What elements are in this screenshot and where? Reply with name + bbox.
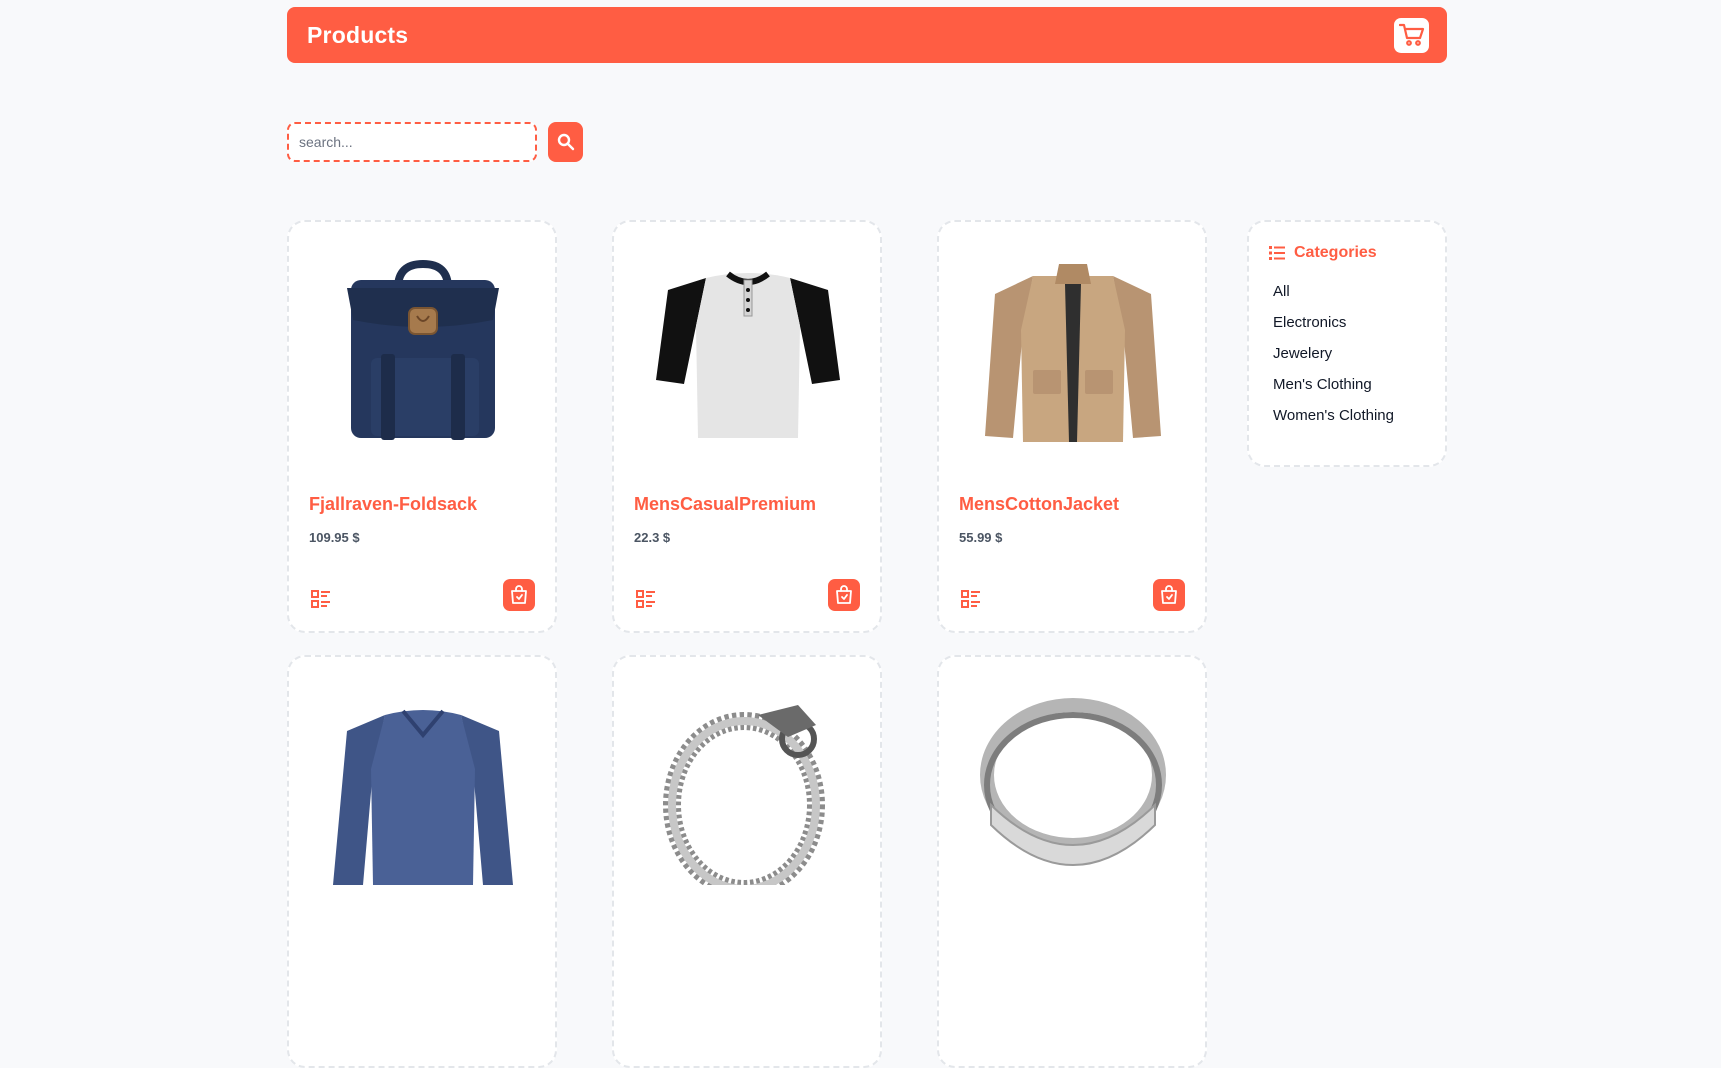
shopping-cart-icon [1398,23,1424,46]
page-title: Products [307,21,409,48]
list-details-icon [961,590,980,608]
product-title[interactable]: Fjallraven-Foldsack [309,494,477,515]
add-to-cart-button[interactable] [1153,579,1185,611]
details-button[interactable] [309,587,333,611]
product-image-tshirt [634,244,862,456]
content-area: Fjallraven-Foldsack 109.95 $ MensCasualP… [287,220,1447,1068]
product-title[interactable]: MensCottonJacket [959,494,1119,515]
shopping-bag-check-icon [836,585,852,604]
details-button[interactable] [959,587,983,611]
search-input[interactable] [287,122,537,162]
product-card[interactable]: Fjallraven-Foldsack 109.95 $ [287,220,557,633]
category-item-jewelery[interactable]: Jewelery [1273,337,1425,371]
product-price: 109.95 $ [309,530,360,545]
product-price: 55.99 $ [959,530,1003,545]
category-item-womens-clothing[interactable]: Women's Clothing [1273,399,1425,433]
category-list: All Electronics Jewelery Men's Clothing … [1269,275,1425,433]
product-title[interactable]: MensCasualPremium [634,494,816,515]
categories-heading: Categories [1269,244,1425,262]
product-grid: Fjallraven-Foldsack 109.95 $ MensCasualP… [287,220,1207,1068]
details-button[interactable] [634,587,658,611]
categories-panel: Categories All Electronics Jewelery Men'… [1247,220,1447,467]
cart-button[interactable] [1394,17,1429,53]
category-item-electronics[interactable]: Electronics [1273,306,1425,340]
search-icon [557,133,574,151]
product-image-ring [959,679,1187,891]
list-details-icon [311,590,330,608]
product-image-jacket [959,244,1187,456]
shopping-bag-check-icon [511,585,527,604]
product-card[interactable] [937,655,1207,1068]
search-bar [287,122,1447,162]
category-item-mens-clothing[interactable]: Men's Clothing [1273,368,1425,402]
add-to-cart-button[interactable] [828,579,860,611]
add-to-cart-button[interactable] [503,579,535,611]
list-details-icon [636,590,655,608]
page: Products search... Fjallraven-Foldsack 1… [287,7,1447,1068]
categories-heading-label: Categories [1294,244,1377,261]
category-item-all[interactable]: All [1273,275,1425,309]
list-icon [1269,246,1285,260]
product-card[interactable]: MensCottonJacket 55.99 $ [937,220,1207,633]
product-card[interactable] [612,655,882,1068]
product-card[interactable] [287,655,557,1068]
product-image-bracelet [634,679,862,891]
search-button[interactable] [548,122,583,162]
product-price: 22.3 $ [634,530,671,545]
product-image-backpack [309,244,537,456]
shopping-bag-check-icon [1161,585,1177,604]
product-card[interactable]: MensCasualPremium 22.3 $ [612,220,882,633]
top-bar: Products [287,7,1447,63]
product-image-long-sleeve [309,679,537,891]
